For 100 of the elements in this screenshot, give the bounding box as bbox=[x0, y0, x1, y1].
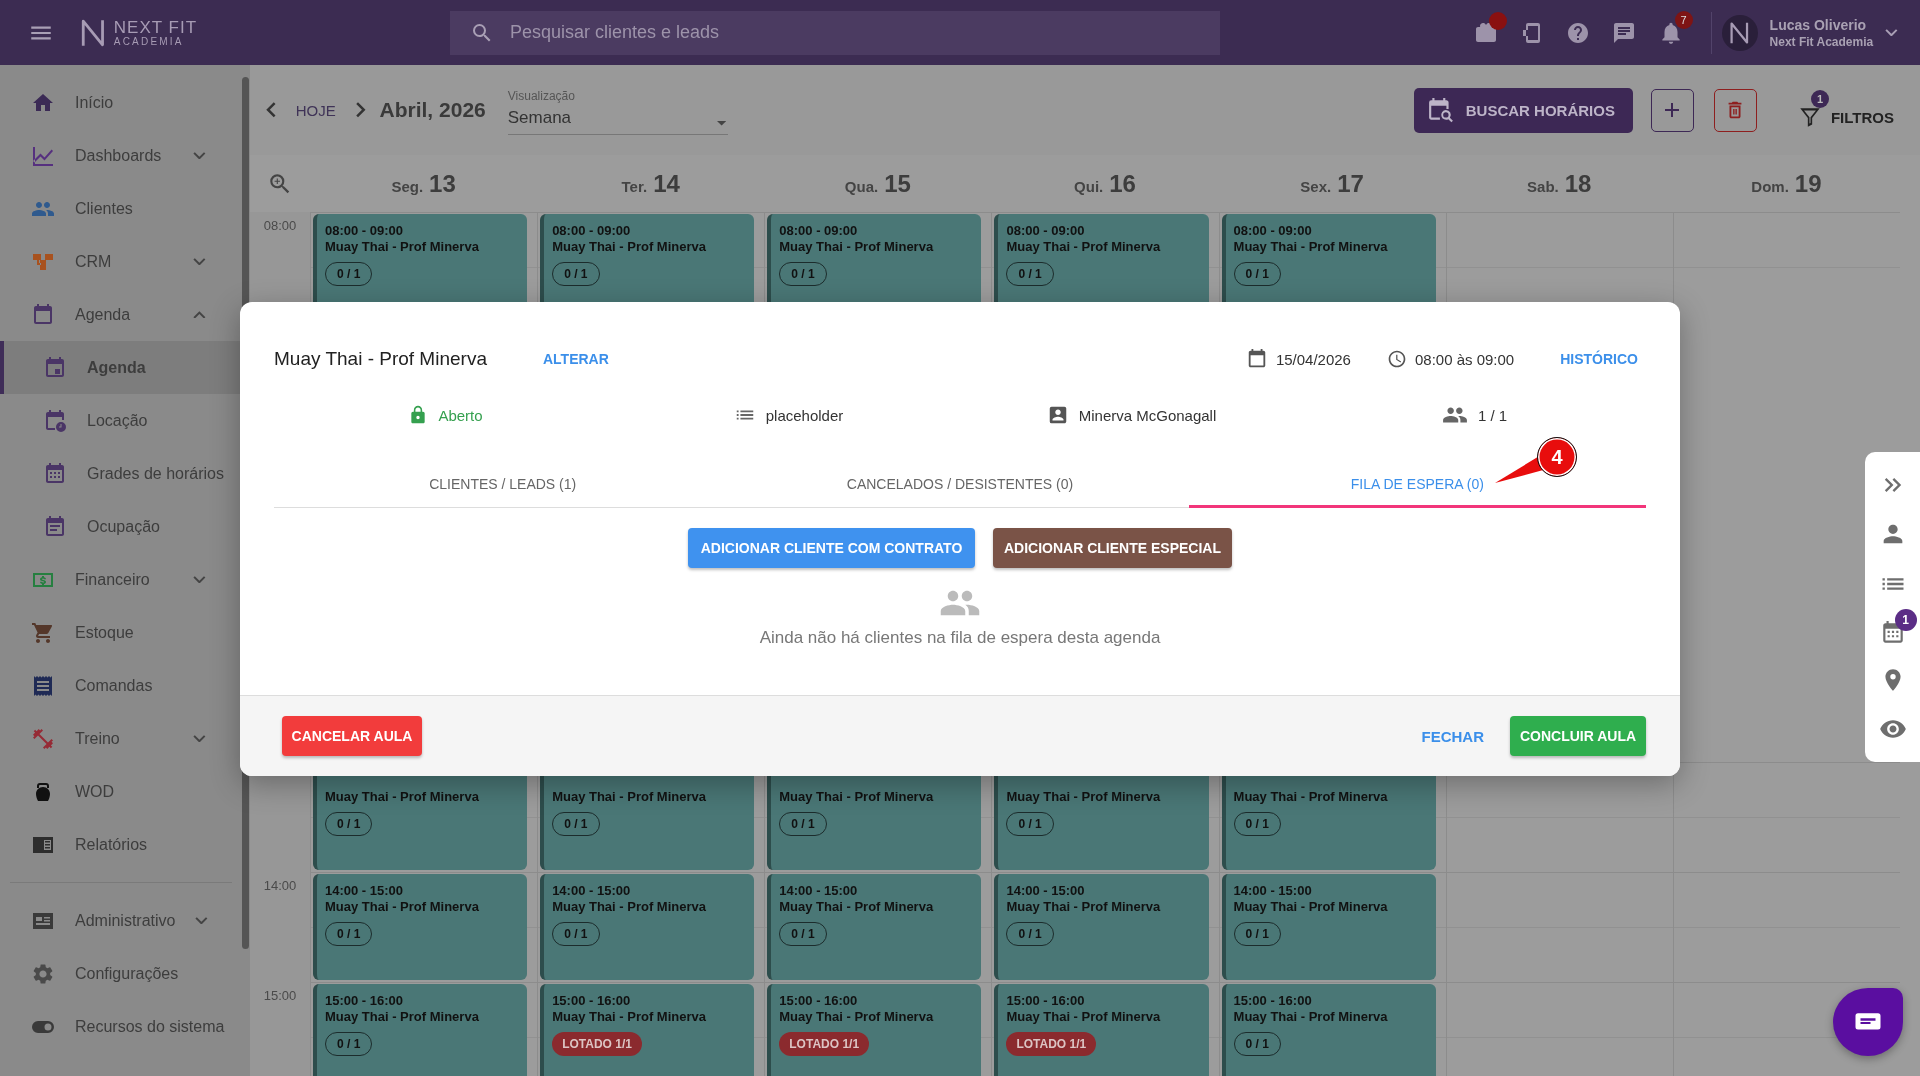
event-time: 15:00 - 16:00 bbox=[1233, 993, 1312, 1009]
sidebar-subitem[interactable]: Ocupação bbox=[0, 500, 240, 553]
event-time: 15:00 - 16:00 bbox=[552, 993, 631, 1009]
finish-class-button[interactable]: CONCLUIR AULA bbox=[1510, 716, 1646, 756]
event-time: 14:00 - 15:00 bbox=[552, 883, 631, 899]
schedule-button[interactable]: 1 bbox=[1868, 608, 1917, 657]
search-field[interactable]: Pesquisar clientes e leads bbox=[450, 10, 1220, 55]
day-number: 14 bbox=[653, 169, 680, 198]
gift-icon bbox=[1473, 20, 1498, 45]
event-time: 08:00 - 09:00 bbox=[1006, 223, 1085, 239]
cancel-class-button[interactable]: CANCELAR AULA bbox=[282, 716, 422, 756]
empty-message: Ainda não há clientes na fila de espera desta agenda bbox=[759, 628, 1161, 648]
sidebar-item[interactable]: Financeiro bbox=[0, 553, 240, 606]
today-button[interactable]: HOJE bbox=[281, 93, 350, 127]
logo-icon bbox=[1729, 20, 1750, 45]
sidebar-item[interactable]: Relatórios bbox=[0, 818, 240, 871]
day-number: 16 bbox=[1109, 169, 1136, 198]
tab[interactable]: CANCELADOS / DESISTENTES (0) bbox=[731, 462, 1189, 508]
schedule-count-badge: 1 bbox=[1894, 608, 1917, 631]
change-link[interactable]: ALTERAR bbox=[538, 345, 613, 373]
day-number: 17 bbox=[1337, 169, 1364, 198]
sidebar-item[interactable]: Clientes bbox=[0, 182, 240, 235]
dialog-title: Muay Thai - Prof Minerva bbox=[274, 348, 487, 370]
calendar-search-icon bbox=[1427, 97, 1454, 123]
event-title: Muay Thai - Prof Minerva bbox=[325, 239, 479, 255]
full-badge: LOTADO 1/1 bbox=[1006, 1032, 1097, 1056]
time-label: 15:00 bbox=[263, 988, 297, 1003]
day-number: 15 bbox=[884, 169, 911, 198]
event-title: Muay Thai - Prof Minerva bbox=[552, 239, 706, 255]
event-time: 14:00 - 15:00 bbox=[779, 883, 858, 899]
sidebar-item[interactable]: Treino bbox=[0, 712, 240, 765]
status-label: Aberto bbox=[438, 406, 483, 424]
event-time: 14:00 - 15:00 bbox=[1233, 883, 1312, 899]
help-icon bbox=[1565, 20, 1590, 45]
day-number: 19 bbox=[1794, 169, 1822, 198]
filters-button[interactable]: 1 FILTROS bbox=[1796, 90, 1894, 130]
sidebar-item[interactable]: Comandas bbox=[0, 659, 240, 712]
add-special-client-button[interactable]: ADICIONAR CLIENTE ESPECIAL bbox=[993, 528, 1232, 568]
sidebar-item[interactable]: Início bbox=[0, 76, 240, 129]
logo-icon bbox=[80, 17, 106, 48]
event-title: Muay Thai - Prof Minerva bbox=[779, 1009, 934, 1025]
chevron-down-icon bbox=[193, 575, 206, 584]
chevron-down-icon bbox=[193, 151, 206, 160]
weekday-label: Seg. bbox=[391, 177, 424, 195]
event-time: 08:00 - 09:00 bbox=[779, 223, 858, 239]
event-title: Muay Thai - Prof Minerva bbox=[552, 789, 706, 805]
event-time: 08:00 - 09:00 bbox=[552, 223, 631, 239]
dumbbell-icon bbox=[31, 726, 55, 751]
sidebar-item[interactable]: Recursos do sistema bbox=[0, 1000, 240, 1053]
sidebar-subitem[interactable]: Locação bbox=[0, 394, 240, 447]
brand-name: NEXT FIT bbox=[113, 18, 198, 36]
add-button[interactable] bbox=[1650, 88, 1694, 132]
event-title: Muay Thai - Prof Minerva bbox=[325, 899, 479, 915]
calendar-clock-icon bbox=[43, 408, 67, 433]
chevron-down-icon bbox=[193, 734, 206, 743]
event-title: Muay Thai - Prof Minerva bbox=[325, 1009, 479, 1025]
event-time: 15:00 - 16:00 bbox=[779, 993, 858, 1009]
event-title: Muay Thai - Prof Minerva bbox=[1006, 789, 1161, 805]
chevron-down-icon bbox=[193, 257, 206, 266]
sidebar-item[interactable]: Administrativo bbox=[0, 894, 240, 947]
chat-icon bbox=[1611, 20, 1636, 45]
event-title: Muay Thai - Prof Minerva bbox=[552, 899, 706, 915]
sidebar-item[interactable]: Agenda bbox=[0, 288, 240, 341]
search-schedules-button[interactable]: BUSCAR HORÁRIOS bbox=[1413, 87, 1633, 133]
tab[interactable]: CLIENTES / LEADS (1) bbox=[274, 462, 732, 508]
event-title: Muay Thai - Prof Minerva bbox=[779, 899, 934, 915]
event-title: Muay Thai - Prof Minerva bbox=[325, 789, 479, 805]
notifications-button[interactable]: 7 bbox=[1648, 10, 1693, 55]
view-select[interactable]: Visualização Semana bbox=[507, 85, 728, 135]
sidebar-item[interactable]: Dashboards bbox=[0, 129, 240, 182]
calendar-grid-icon bbox=[43, 461, 67, 486]
event-title: Muay Thai - Prof Minerva bbox=[1233, 1009, 1388, 1025]
sidebar-item[interactable]: Estoque bbox=[0, 606, 240, 659]
full-badge: LOTADO 1/1 bbox=[552, 1032, 642, 1056]
event-time: 15:00 - 16:00 bbox=[325, 993, 404, 1009]
delete-button[interactable] bbox=[1713, 88, 1757, 132]
category-label: placeholder bbox=[765, 406, 844, 424]
sidebar-subitem[interactable]: Grades de horários bbox=[0, 447, 240, 500]
sidebar-item[interactable]: WOD bbox=[0, 765, 240, 818]
user-org: Next Fit Academia bbox=[1769, 34, 1874, 49]
calendar-icon bbox=[43, 355, 67, 380]
clock-icon bbox=[1386, 349, 1407, 369]
event-time: 14:00 - 15:00 bbox=[325, 883, 404, 899]
user-menu[interactable]: Lucas Oliverio Next Fit Academia bbox=[1721, 14, 1898, 51]
event-time: 15:00 - 16:00 bbox=[1006, 993, 1085, 1009]
filter-count-badge: 1 bbox=[1810, 90, 1829, 108]
close-button[interactable]: FECHAR bbox=[1417, 721, 1488, 751]
sidebar-item[interactable]: CRM bbox=[0, 235, 240, 288]
day-number: 18 bbox=[1564, 169, 1592, 198]
event-title: Muay Thai - Prof Minerva bbox=[779, 789, 934, 805]
add-contract-client-button[interactable]: ADICIONAR CLIENTE COM CONTRATO bbox=[688, 528, 975, 568]
caret-icon bbox=[716, 121, 726, 126]
weekday-label: Qui. bbox=[1074, 177, 1104, 195]
sidebar-subitem[interactable]: Agenda bbox=[0, 341, 240, 394]
chevron-down-icon bbox=[1885, 28, 1898, 37]
event-title: Muay Thai - Prof Minerva bbox=[1006, 239, 1161, 255]
event-title: Muay Thai - Prof Minerva bbox=[1233, 899, 1388, 915]
sidebar-item[interactable]: Configurações bbox=[0, 947, 240, 1000]
notification-badge: 7 bbox=[1674, 10, 1693, 29]
history-link[interactable]: HISTÓRICO bbox=[1556, 345, 1642, 373]
